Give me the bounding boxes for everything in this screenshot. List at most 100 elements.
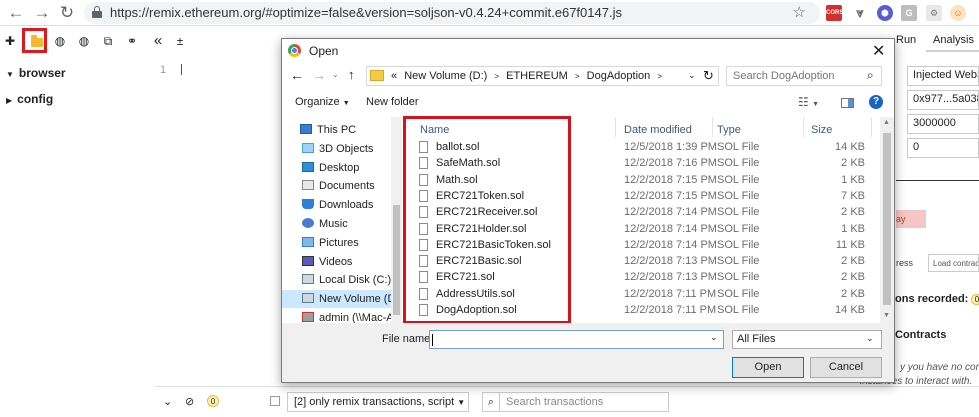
v-extension-icon[interactable]: ⩔: [852, 5, 868, 21]
breadcrumb-path: « New Volume (D:) > ETHEREUM > DogAdopti…: [391, 70, 662, 82]
environment-select[interactable]: Injected Web3: [907, 66, 979, 86]
value-input[interactable]: 0: [907, 138, 979, 158]
search-box[interactable]: Search DogAdoption ⌕: [726, 66, 882, 86]
refresh-icon[interactable]: ↻: [703, 68, 714, 84]
column-header-size[interactable]: Size: [811, 124, 832, 136]
file-row[interactable]: ERC721Holder.sol 12/2/2018 7:14 PM SOL Fil…: [403, 221, 883, 237]
nav-item[interactable]: Local Disk (C:): [302, 271, 402, 289]
dropdown-arrow-icon[interactable]: ⌄: [710, 332, 718, 343]
forward-arrow-icon[interactable]: →: [32, 3, 52, 23]
file-row[interactable]: Math.sol 12/2/2018 7:15 PM SOL File 1 KB: [403, 172, 883, 188]
tab-run[interactable]: Run: [896, 34, 916, 46]
column-header-name[interactable]: Name: [420, 124, 449, 136]
nav-item[interactable]: New Volume (D:: [282, 290, 398, 309]
gas-limit-input[interactable]: 3000000: [907, 114, 979, 134]
breadcrumb-item[interactable]: New Volume (D:): [404, 70, 487, 82]
path-dropdown-icon[interactable]: ⌄: [688, 70, 696, 81]
nav-item[interactable]: This PC: [282, 121, 384, 139]
file-name: SafeMath.sol: [436, 157, 501, 170]
file-row[interactable]: ERC721Token.sol 12/2/2018 7:15 PM SOL File…: [403, 188, 883, 204]
forward-arrow-icon[interactable]: →: [312, 67, 326, 83]
close-icon[interactable]: ✕: [872, 41, 885, 61]
hex-extension-icon[interactable]: ⬢: [877, 5, 893, 21]
file-name-input[interactable]: ⌄: [429, 330, 724, 349]
column-header-date[interactable]: Date modified: [624, 124, 692, 136]
preview-pane-icon[interactable]: [841, 98, 854, 108]
search-transactions-input[interactable]: Search transactions: [499, 392, 669, 412]
github-icon[interactable]: ◍: [52, 33, 68, 49]
file-row[interactable]: SafeMath.sol 12/2/2018 7:16 PM SOL File 2 K…: [403, 155, 883, 171]
editor-cursor[interactable]: [181, 64, 182, 75]
pc-icon: [300, 124, 312, 134]
open-button[interactable]: Open: [732, 357, 804, 378]
address-bar[interactable]: https://remix.ethereum.org/#optimize=fal…: [84, 2, 820, 24]
nav-item[interactable]: Videos: [302, 253, 402, 271]
nav-pane-scrollbar[interactable]: [391, 117, 402, 323]
nav-item[interactable]: Desktop: [302, 159, 402, 177]
file-list-scrollbar[interactable]: ▲ ▼: [880, 117, 894, 323]
gist-icon[interactable]: ◍: [76, 33, 92, 49]
breadcrumb[interactable]: « New Volume (D:) > ETHEREUM > DogAdopti…: [366, 66, 719, 86]
search-input[interactable]: Search DogAdoption: [733, 70, 835, 82]
transaction-filter-select[interactable]: [2] only remix transactions, script ▼: [287, 392, 469, 412]
copy-icon[interactable]: ⧉: [100, 33, 116, 49]
url-text[interactable]: https://remix.ethereum.org/#optimize=fal…: [110, 5, 622, 20]
clear-console-icon[interactable]: ⊘: [185, 395, 194, 408]
nav-item[interactable]: Downloads: [302, 196, 402, 214]
collapse-panel-icon[interactable]: «: [150, 33, 166, 49]
cancel-button[interactable]: Cancel: [810, 357, 882, 378]
load-contract-input[interactable]: Load contrac: [928, 254, 979, 272]
nav-item[interactable]: 3D Objects: [302, 140, 402, 158]
tab-analysis[interactable]: Analysis: [933, 34, 974, 46]
reload-icon[interactable]: ↻: [57, 3, 77, 23]
breadcrumb-item[interactable]: ETHEREUM: [506, 70, 568, 82]
nav-item[interactable]: Documents: [302, 177, 402, 195]
file-row[interactable]: ERC721.sol 12/2/2018 7:13 PM SOL File 2 KB: [403, 269, 883, 285]
file-date: 12/2/2018 7:11 PM: [624, 287, 717, 300]
cors-extension-icon[interactable]: CORS: [826, 5, 843, 21]
file-row[interactable]: AddressUtils.sol 12/2/2018 7:11 PM SOL Fil…: [403, 286, 883, 302]
tree-item-browser[interactable]: ▼ browser: [6, 66, 66, 80]
file-icon: [419, 287, 428, 300]
nav-item[interactable]: Pictures: [302, 234, 402, 252]
file-size: 14 KB: [835, 304, 865, 316]
file-row[interactable]: ERC721Basic.sol 12/2/2018 7:13 PM SOL File…: [403, 253, 883, 269]
file-row[interactable]: ERC721BasicToken.sol 12/2/2018 7:14 PM SOL…: [403, 237, 883, 253]
help-icon[interactable]: ?: [869, 95, 883, 109]
profile-avatar-icon[interactable]: ☺: [950, 5, 966, 21]
new-folder-button[interactable]: New folder: [366, 96, 419, 108]
nav-item[interactable]: admin (\\Mac-A: [302, 309, 402, 323]
file-type-select[interactable]: All Files ⌄: [732, 330, 882, 349]
search-icon[interactable]: ⌕: [867, 68, 874, 83]
view-options-icon[interactable]: ☷ ▼: [798, 95, 819, 109]
file-row[interactable]: ERC721Receiver.sol 12/2/2018 7:14 PM SOL F…: [403, 204, 883, 220]
account-select[interactable]: 0x977...5a038: [907, 90, 979, 110]
file-row[interactable]: ballot.sol 12/5/2018 1:39 PM SOL File 14 KB: [403, 139, 883, 155]
music-icon: [302, 218, 314, 228]
deploy-button[interactable]: ay: [896, 210, 926, 228]
recent-locations-icon[interactable]: ⌄: [332, 70, 339, 79]
file-type: SOL File: [717, 304, 760, 316]
pictures-icon: [302, 236, 314, 247]
file-name: ERC721Receiver.sol: [436, 206, 538, 219]
up-arrow-icon[interactable]: ↑: [348, 67, 355, 82]
file-type: SOL File: [717, 255, 760, 268]
back-arrow-icon[interactable]: ←: [290, 67, 304, 83]
create-file-icon[interactable]: ✚: [2, 33, 18, 49]
file-row[interactable]: DogAdoption.sol 12/2/2018 7:11 PM SOL File…: [403, 302, 883, 318]
breadcrumb-item[interactable]: DogAdoption: [587, 70, 651, 82]
increase-font-icon[interactable]: ±: [172, 33, 188, 49]
back-arrow-icon[interactable]: ←: [6, 3, 26, 23]
connect-localhost-icon[interactable]: ⚭: [124, 33, 140, 49]
bookmark-star-icon[interactable]: ☆: [793, 3, 806, 21]
organize-menu[interactable]: Organize ▼: [295, 96, 350, 108]
gear-extension-icon[interactable]: ⚙: [926, 5, 942, 21]
tree-item-config[interactable]: ▶ config: [6, 92, 53, 106]
g-extension-icon[interactable]: G: [901, 5, 917, 21]
listen-checkbox[interactable]: [270, 396, 280, 406]
file-size: 2 KB: [841, 206, 865, 219]
open-file-button[interactable]: [22, 28, 47, 53]
collapse-terminal-icon[interactable]: ⌄: [163, 395, 172, 408]
nav-item[interactable]: Music: [302, 215, 402, 233]
column-header-type[interactable]: Type: [717, 124, 741, 136]
